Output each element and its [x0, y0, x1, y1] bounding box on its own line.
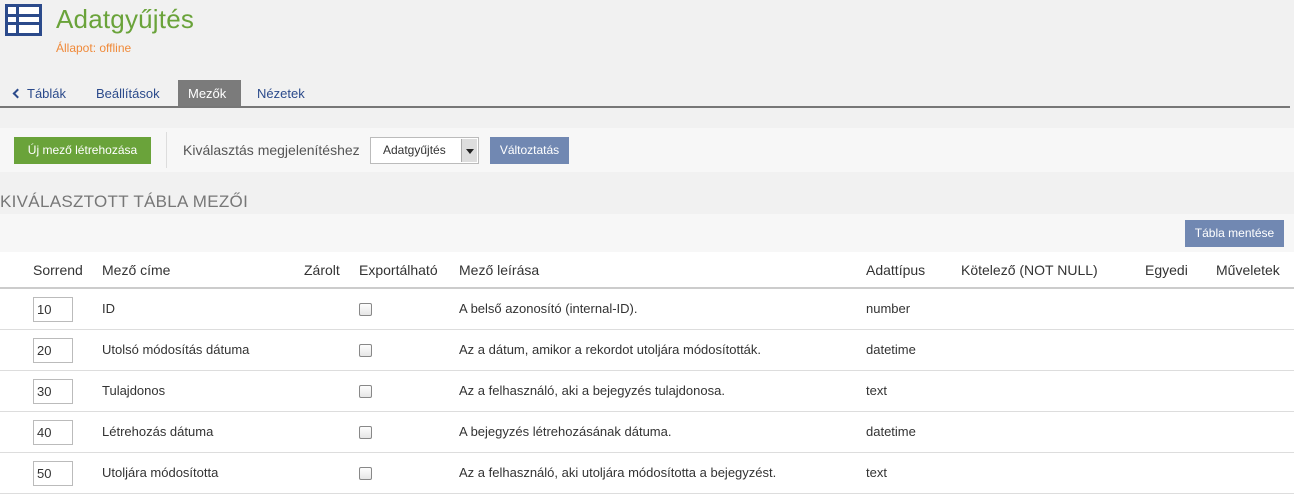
status-text: Állapot: offline	[56, 41, 132, 55]
field-title: ID	[102, 301, 115, 316]
field-description: Az a felhasználó, aki a bejegyzés tulajd…	[459, 383, 725, 398]
tab-bar: Táblák Beállítások Mezők Nézetek	[0, 80, 1290, 108]
order-input[interactable]: 40	[33, 420, 73, 445]
tab-label: Táblák	[27, 86, 67, 101]
save-table-button[interactable]: Tábla mentése	[1185, 220, 1284, 247]
col-field-title: Mező címe	[102, 262, 171, 278]
order-input[interactable]: 20	[33, 338, 73, 363]
fields-table: Sorrend Mező címe Zárolt Exportálható Me…	[0, 252, 1294, 495]
table-row: 10 ID A belső azonosító (internal-ID). n…	[0, 289, 1294, 330]
field-description: A bejegyzés létrehozásának dátuma.	[459, 424, 672, 439]
col-unique: Egyedi	[1145, 262, 1188, 278]
col-exportable: Exportálható	[359, 262, 438, 278]
col-required: Kötelező (NOT NULL)	[961, 262, 1098, 278]
chevron-left-icon	[12, 88, 23, 99]
tab-label: Nézetek	[257, 86, 305, 101]
order-input[interactable]: 50	[33, 461, 73, 486]
exportable-checkbox[interactable]	[359, 426, 372, 439]
col-actions: Műveletek	[1216, 262, 1280, 278]
toolbar: Új mező létrehozása Kiválasztás megjelen…	[0, 128, 1294, 172]
field-datatype: text	[866, 465, 887, 480]
section-title: KIVÁLASZTOTT TÁBLA MEZŐI	[0, 192, 249, 211]
exportable-checkbox[interactable]	[359, 385, 372, 398]
save-bar: Tábla mentése	[0, 214, 1294, 252]
col-datatype: Adattípus	[866, 262, 926, 278]
page-title: Adatgyűjtés	[56, 4, 195, 34]
tab-fields[interactable]: Mezők	[178, 80, 241, 106]
exportable-checkbox[interactable]	[359, 467, 372, 480]
select-label: Kiválasztás megjelenítéshez	[183, 142, 360, 158]
tab-tables[interactable]: Táblák	[4, 80, 76, 106]
field-title: Létrehozás dátuma	[102, 424, 214, 439]
table-select[interactable]: Adatgyűjtés	[370, 137, 479, 164]
change-button[interactable]: Változtatás	[490, 137, 569, 164]
table-row: 50 Utoljára módosította Az a felhasználó…	[0, 453, 1294, 494]
tab-views[interactable]: Nézetek	[247, 80, 315, 106]
field-datatype: datetime	[866, 424, 916, 439]
exportable-checkbox[interactable]	[359, 344, 372, 357]
order-input[interactable]: 10	[33, 297, 73, 322]
field-datatype: text	[866, 383, 887, 398]
toolbar-divider	[166, 132, 167, 168]
chevron-down-icon[interactable]	[461, 139, 477, 162]
tab-settings[interactable]: Beállítások	[86, 80, 170, 106]
exportable-checkbox[interactable]	[359, 303, 372, 316]
table-icon	[5, 4, 42, 36]
table-row: 40 Létrehozás dátuma A bejegyzés létreho…	[0, 412, 1294, 453]
field-title: Utolsó módosítás dátuma	[102, 342, 250, 357]
field-description: Az a felhasználó, aki utoljára módosítot…	[459, 465, 777, 480]
col-description: Mező leírása	[459, 262, 540, 278]
col-locked: Zárolt	[304, 262, 340, 278]
field-description: A belső azonosító (internal-ID).	[459, 301, 638, 316]
field-title: Tulajdonos	[102, 383, 166, 398]
tab-label: Beállítások	[96, 86, 160, 101]
field-datatype: number	[866, 301, 911, 316]
field-datatype: datetime	[866, 342, 916, 357]
field-title: Utoljára módosította	[102, 465, 219, 480]
table-row: 20 Utolsó módosítás dátuma Az a dátum, a…	[0, 330, 1294, 371]
new-field-button[interactable]: Új mező létrehozása	[14, 137, 151, 164]
tab-label: Mezők	[188, 86, 227, 101]
table-header: Sorrend Mező címe Zárolt Exportálható Me…	[0, 252, 1294, 289]
col-order: Sorrend	[33, 262, 83, 278]
field-description: Az a dátum, amikor a rekordot utoljára m…	[459, 342, 762, 357]
select-value: Adatgyűjtés	[383, 143, 446, 157]
table-row: 30 Tulajdonos Az a felhasználó, aki a be…	[0, 371, 1294, 412]
page-header: Adatgyűjtés Állapot: offline	[0, 0, 1294, 70]
order-input[interactable]: 30	[33, 379, 73, 404]
